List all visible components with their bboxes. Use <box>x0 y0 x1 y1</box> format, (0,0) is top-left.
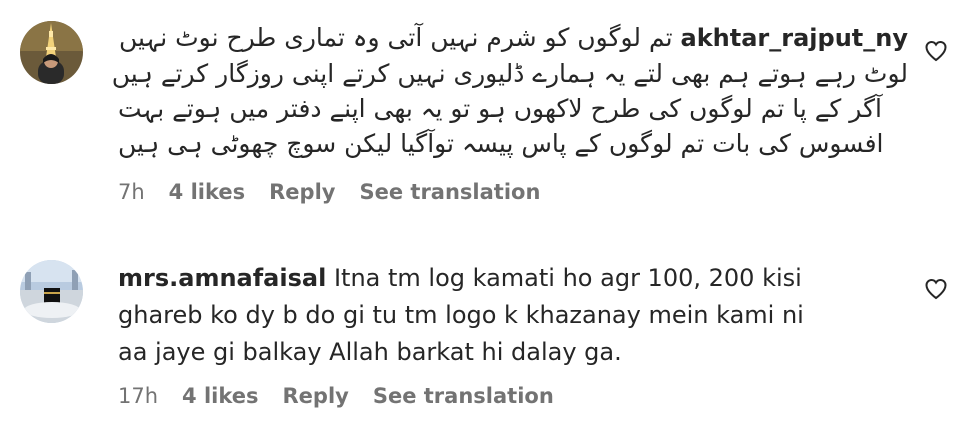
comment-item: akhtar_rajput_ny تم لوگوں کو شرم نہیں آت… <box>0 0 967 220</box>
comment-text-line: لوٹ رہے ہوتے ہم بھی لتے یہ ہمارے ڈلیوری … <box>111 59 908 88</box>
heart-outline-icon[interactable] <box>924 39 948 63</box>
see-translation-button[interactable]: See translation <box>373 384 554 408</box>
comment-username[interactable]: mrs.amnafaisal <box>118 264 326 292</box>
comment-text-line: تم لوگوں کو شرم نہیں آتی وہ تماری طرح نو… <box>119 23 673 52</box>
comment-username[interactable]: akhtar_rajput_ny <box>681 24 908 52</box>
comment-body: akhtar_rajput_ny تم لوگوں کو شرم نہیں آت… <box>111 20 908 161</box>
likes-count-button[interactable]: 4 likes <box>182 384 258 408</box>
see-translation-button[interactable]: See translation <box>359 180 540 204</box>
comment-timestamp: 7h <box>118 180 145 204</box>
comment-meta: 7h 4 likes Reply See translation <box>118 180 540 204</box>
comment-text-line: افسوس کی بات تم لوگوں کے پاس پیسہ توآگیا… <box>118 129 884 158</box>
reply-button[interactable]: Reply <box>269 180 335 204</box>
heart-outline-icon[interactable] <box>924 277 948 301</box>
comment-first-line: akhtar_rajput_ny تم لوگوں کو شرم نہیں آت… <box>118 20 908 56</box>
kaaba-avatar-icon <box>20 260 83 323</box>
user-avatar[interactable] <box>20 260 83 323</box>
comment-meta: 17h 4 likes Reply See translation <box>118 384 554 408</box>
user-avatar[interactable] <box>20 21 83 84</box>
comment-text-line: آگر کے پا تم لوگوں کی طرح لاکھوں ہو تو ی… <box>118 94 882 123</box>
reply-button[interactable]: Reply <box>283 384 349 408</box>
comment-item: mrs.amnafaisal Itna tm log kamati ho agr… <box>0 220 967 443</box>
eiffel-tower-avatar-icon <box>20 21 83 84</box>
comment-timestamp: 17h <box>118 384 159 408</box>
comment-body: mrs.amnafaisal Itna tm log kamati ho agr… <box>118 260 818 371</box>
likes-count-button[interactable]: 4 likes <box>169 180 245 204</box>
